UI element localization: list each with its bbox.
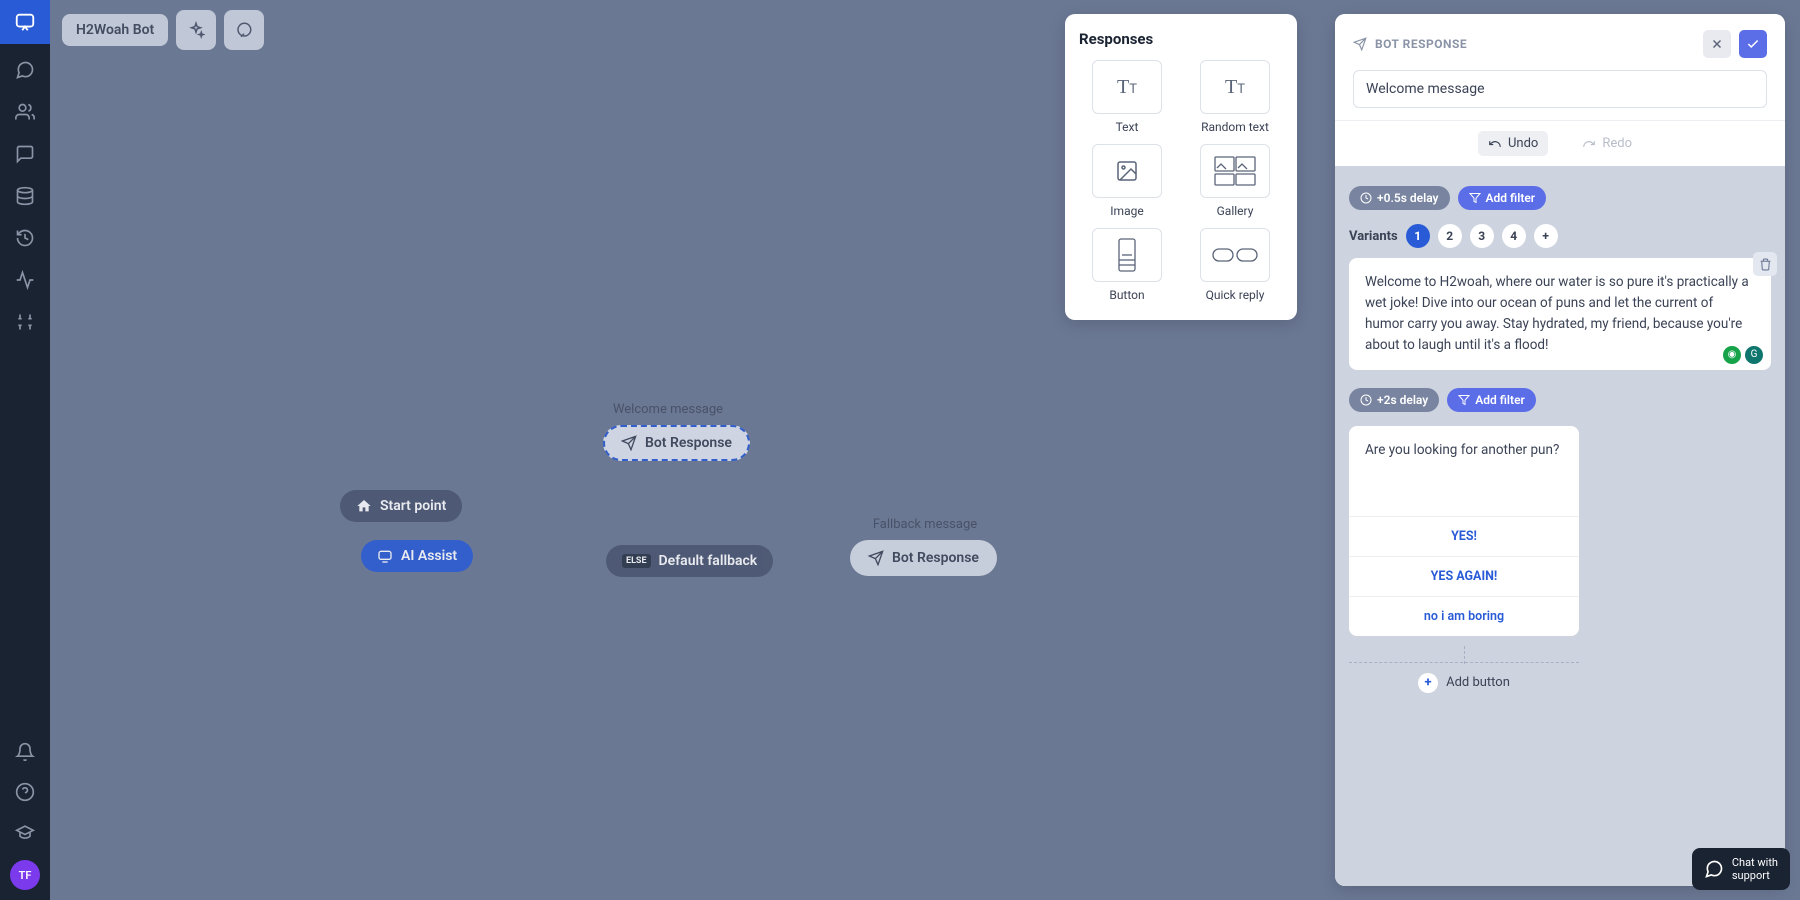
response-type-image[interactable]: Image — [1079, 144, 1175, 218]
add-variant-button[interactable]: + — [1534, 224, 1558, 248]
default-fallback-node[interactable]: ELSE Default fallback — [606, 545, 773, 577]
bot-response-node-fallback[interactable]: Bot Response — [850, 540, 997, 576]
button-card[interactable]: Are you looking for another pun? YES! YE… — [1349, 426, 1579, 636]
status-badge-green: ◉ — [1723, 346, 1741, 364]
variant-3[interactable]: 3 — [1470, 224, 1494, 248]
variant-1[interactable]: 1 — [1406, 224, 1430, 248]
history-icon[interactable] — [13, 226, 37, 250]
ai-assist-label: AI Assist — [401, 548, 457, 564]
flows-icon[interactable] — [13, 58, 37, 82]
default-fallback-label: Default fallback — [659, 553, 758, 569]
users-icon[interactable] — [13, 100, 37, 124]
top-bar: H2Woah Bot — [50, 0, 264, 60]
else-tag: ELSE — [622, 554, 651, 568]
responses-title: Responses — [1079, 30, 1283, 48]
academy-icon[interactable] — [13, 820, 37, 844]
sparkle-button[interactable] — [176, 10, 216, 50]
delete-message-button[interactable] — [1753, 252, 1777, 276]
help-icon[interactable] — [13, 780, 37, 804]
support-chat-widget[interactable]: Chat with support — [1692, 848, 1790, 890]
start-point-label: Start point — [380, 498, 446, 514]
database-icon[interactable] — [13, 184, 37, 208]
user-avatar[interactable]: TF — [10, 860, 40, 890]
delay-pill-2[interactable]: +2s delay — [1349, 388, 1439, 412]
add-button-row[interactable]: + Add button — [1349, 662, 1579, 693]
undo-button[interactable]: Undo — [1478, 131, 1548, 156]
bot-name-chip[interactable]: H2Woah Bot — [62, 14, 168, 46]
welcome-node-label: Welcome message — [598, 402, 738, 417]
variant-4[interactable]: 4 — [1502, 224, 1526, 248]
plus-icon: + — [1418, 673, 1438, 693]
start-point-node[interactable]: Start point — [340, 490, 462, 522]
response-type-gallery[interactable]: Gallery — [1187, 144, 1283, 218]
add-filter-pill-2[interactable]: Add filter — [1447, 388, 1536, 412]
confirm-panel-button[interactable] — [1739, 30, 1767, 58]
button-card-prompt[interactable]: Are you looking for another pun? — [1349, 426, 1579, 516]
fallback-node-label: Fallback message — [855, 517, 995, 532]
variant-2[interactable]: 2 — [1438, 224, 1462, 248]
variants-row: Variants 1 2 3 4 + — [1349, 224, 1771, 248]
bot-response-node-welcome[interactable]: Bot Response — [603, 425, 750, 461]
bot-response-label-2: Bot Response — [892, 550, 979, 566]
bot-response-editor-panel: BOT RESPONSE Undo Redo — [1335, 14, 1785, 886]
test-chat-button[interactable] — [224, 10, 264, 50]
chat-icon[interactable] — [13, 142, 37, 166]
response-type-random-text[interactable]: TT Random text — [1187, 60, 1283, 134]
integrations-icon[interactable] — [13, 310, 37, 334]
analytics-icon[interactable] — [13, 268, 37, 292]
response-name-input[interactable] — [1353, 70, 1767, 108]
close-panel-button[interactable] — [1703, 30, 1731, 58]
chat-widget-line1: Chat with — [1732, 856, 1778, 869]
card-button-3[interactable]: no i am boring — [1349, 596, 1579, 636]
panel-title: BOT RESPONSE — [1353, 37, 1467, 51]
notifications-icon[interactable] — [13, 740, 37, 764]
ai-assist-node[interactable]: AI Assist — [361, 540, 473, 572]
add-filter-pill-1[interactable]: Add filter — [1458, 186, 1547, 210]
redo-button: Redo — [1572, 131, 1642, 156]
message-text[interactable]: Welcome to H2woah, where our water is so… — [1365, 272, 1755, 356]
responses-panel: Responses TT Text TT Random text Image G… — [1065, 14, 1297, 320]
response-type-button[interactable]: Button — [1079, 228, 1175, 302]
delay-pill-1[interactable]: +0.5s delay — [1349, 186, 1450, 210]
response-type-text[interactable]: TT Text — [1079, 60, 1175, 134]
app-sidebar: TF — [0, 0, 50, 900]
card-button-1[interactable]: YES! — [1349, 516, 1579, 556]
bot-response-label: Bot Response — [645, 435, 732, 451]
app-logo[interactable] — [0, 0, 50, 44]
card-button-2[interactable]: YES AGAIN! — [1349, 556, 1579, 596]
message-text-card[interactable]: Welcome to H2woah, where our water is so… — [1349, 258, 1771, 370]
response-type-quick-reply[interactable]: Quick reply — [1187, 228, 1283, 302]
grammarly-badge: G — [1745, 346, 1763, 364]
chat-widget-line2: support — [1732, 869, 1778, 882]
